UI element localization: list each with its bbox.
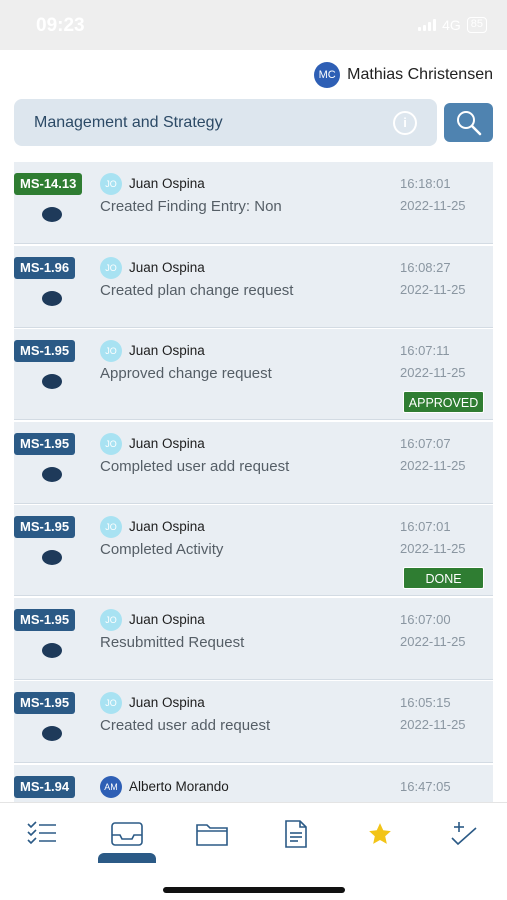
info-icon[interactable]: i bbox=[393, 110, 417, 135]
home-indicator[interactable] bbox=[163, 887, 345, 893]
item-code-badge: MS-14.13 bbox=[14, 173, 83, 195]
user-avatar: JO bbox=[100, 608, 122, 631]
item-description: Completed user add request bbox=[100, 457, 290, 475]
item-user: Juan Ospina bbox=[129, 435, 205, 451]
item-description: Completed Activity bbox=[100, 541, 224, 558]
item-code-badge: MS-1.96 bbox=[14, 256, 76, 279]
item-date: 2022-11-25 bbox=[400, 633, 466, 649]
item-time: 16:07:00 bbox=[400, 611, 451, 627]
item-code-badge: MS-1.95 bbox=[14, 608, 76, 631]
item-date: 2022-11-25 bbox=[400, 198, 466, 213]
list-item[interactable]: MS-1.94 AM Alberto Morando Created new d… bbox=[14, 764, 493, 802]
avatar: MC bbox=[314, 62, 341, 88]
item-code-badge: MS-1.95 bbox=[14, 432, 76, 455]
item-user: Alberto Morando bbox=[129, 778, 229, 794]
list-item[interactable]: MS-1.95 JO Juan Ospina Resubmitted Reque… bbox=[14, 597, 493, 680]
item-date: 2022-11-25 bbox=[400, 457, 466, 473]
status-bar: 09:23 4G 85 bbox=[0, 0, 507, 50]
item-description: Created Finding Entry: Non bbox=[100, 198, 282, 215]
item-time: 16:18:01 bbox=[400, 176, 451, 191]
search-value: Management and Strategy bbox=[34, 113, 223, 131]
status-dot-icon bbox=[42, 550, 62, 565]
tab-checklist[interactable] bbox=[22, 817, 62, 851]
tab-inbox[interactable] bbox=[107, 817, 147, 851]
user-avatar: JO bbox=[100, 256, 122, 279]
status-indicators: 4G 85 bbox=[418, 17, 487, 33]
list-item[interactable]: MS-1.95 JO Juan Ospina Completed user ad… bbox=[14, 421, 493, 504]
status-time: 09:23 bbox=[36, 15, 85, 36]
search-input[interactable]: Management and Strategy i bbox=[14, 99, 437, 146]
item-time: 16:07:01 bbox=[400, 519, 451, 534]
list-item[interactable]: MS-1.95 JO Juan Ospina Completed Activit… bbox=[14, 505, 493, 596]
checklist-icon bbox=[27, 821, 56, 845]
list-item[interactable]: MS-1.95 JO Juan Ospina Approved change r… bbox=[14, 329, 493, 420]
document-icon bbox=[285, 820, 307, 848]
folder-icon bbox=[196, 824, 228, 846]
user-avatar: JO bbox=[100, 173, 122, 195]
item-time: 16:05:15 bbox=[400, 695, 451, 710]
tab-bar bbox=[0, 802, 507, 900]
status-dot-icon bbox=[42, 642, 62, 658]
item-time: 16:08:27 bbox=[400, 259, 451, 275]
item-time: 16:07:11 bbox=[400, 343, 450, 358]
user-avatar: AM bbox=[100, 775, 122, 798]
status-dot-icon bbox=[42, 726, 62, 741]
item-user: Juan Ospina bbox=[129, 343, 205, 358]
activity-list: MS-14.13 JO Juan Ospina Created Finding … bbox=[14, 162, 493, 802]
item-user: Juan Ospina bbox=[129, 611, 205, 627]
item-description: Resubmitted Request bbox=[100, 633, 245, 651]
item-date: 2022-11-25 bbox=[400, 281, 466, 297]
item-user: Juan Ospina bbox=[129, 176, 205, 191]
item-time: 16:07:07 bbox=[400, 435, 451, 451]
search-button[interactable] bbox=[444, 103, 493, 142]
user-avatar: JO bbox=[100, 516, 122, 538]
status-badge: APPROVED bbox=[403, 391, 484, 413]
list-item[interactable]: MS-14.13 JO Juan Ospina Created Finding … bbox=[14, 162, 493, 244]
tab-document[interactable] bbox=[276, 817, 316, 851]
item-description: Created user add request bbox=[100, 717, 271, 734]
item-user: Juan Ospina bbox=[129, 695, 205, 710]
tab-add-check[interactable] bbox=[444, 817, 484, 851]
search-icon bbox=[456, 110, 481, 135]
battery-icon: 85 bbox=[466, 17, 487, 33]
inbox-icon bbox=[111, 822, 143, 846]
user-avatar: JO bbox=[100, 432, 122, 455]
status-dot-icon bbox=[42, 466, 62, 482]
active-tab-indicator bbox=[98, 853, 156, 863]
tab-favorites[interactable] bbox=[360, 817, 400, 851]
item-date: 2022-11-25 bbox=[400, 365, 466, 380]
item-code-badge: MS-1.95 bbox=[14, 340, 76, 362]
user-avatar: JO bbox=[100, 340, 122, 362]
star-icon bbox=[369, 823, 391, 844]
list-item[interactable]: MS-1.95 JO Juan Ospina Created user add … bbox=[14, 681, 493, 763]
signal-icon bbox=[418, 19, 437, 31]
item-date: 2022-11-25 bbox=[400, 717, 466, 732]
item-description: Created plan change request bbox=[100, 281, 294, 299]
add-check-icon bbox=[451, 822, 477, 846]
status-dot-icon bbox=[42, 290, 62, 306]
item-user: Juan Ospina bbox=[129, 519, 205, 534]
item-description: Approved change request bbox=[100, 365, 272, 382]
item-user: Juan Ospina bbox=[129, 259, 205, 275]
user-profile[interactable]: MC Mathias Christensen bbox=[314, 62, 493, 88]
item-date: 2022-11-25 bbox=[400, 541, 466, 556]
network-label: 4G bbox=[442, 17, 461, 33]
item-code-badge: MS-1.94 bbox=[14, 775, 76, 798]
user-avatar: JO bbox=[100, 692, 122, 714]
user-name: Mathias Christensen bbox=[347, 66, 493, 83]
status-dot-icon bbox=[42, 374, 62, 389]
item-time: 16:47:05 bbox=[400, 778, 451, 794]
list-item[interactable]: MS-1.96 JO Juan Ospina Created plan chan… bbox=[14, 245, 493, 328]
item-code-badge: MS-1.95 bbox=[14, 516, 76, 538]
status-badge: DONE bbox=[403, 567, 484, 589]
item-code-badge: MS-1.95 bbox=[14, 692, 76, 714]
tab-folder[interactable] bbox=[192, 817, 232, 851]
status-dot-icon bbox=[42, 207, 62, 222]
